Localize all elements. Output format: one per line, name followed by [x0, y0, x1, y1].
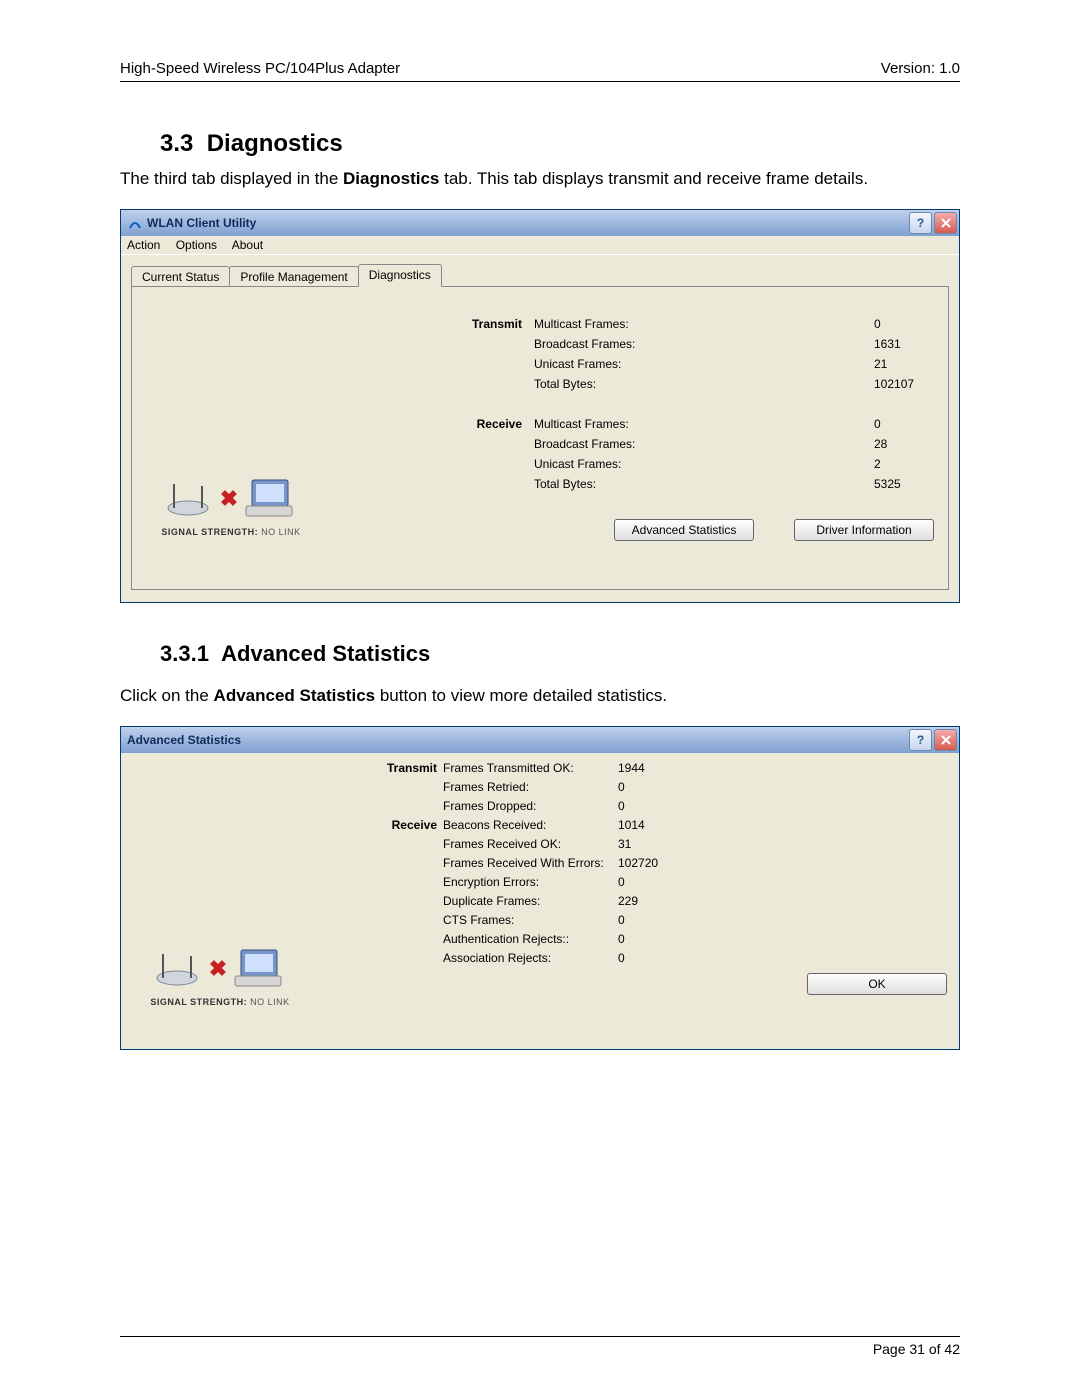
auth-rejects-label: Authentication Rejects:: — [443, 932, 618, 946]
doc-footer: Page 31 of 42 — [120, 1336, 960, 1357]
window-title: Advanced Statistics — [127, 733, 909, 747]
rx-unicast-value: 2 — [874, 457, 934, 471]
laptop-icon — [242, 476, 296, 523]
tx-multicast-label: Multicast Frames: — [534, 317, 870, 331]
rx-multicast-label: Multicast Frames: — [534, 417, 870, 431]
page-number: Page 31 of 42 — [873, 1341, 960, 1357]
enc-err-label: Encryption Errors: — [443, 875, 618, 889]
tab-profile-management[interactable]: Profile Management — [229, 266, 358, 287]
close-button[interactable] — [934, 729, 957, 751]
tab-current-status[interactable]: Current Status — [131, 266, 230, 287]
signal-strength-graphic: ✖ SIGNAL STRENGTH: NO LINK — [146, 476, 316, 537]
tab-diagnostics[interactable]: Diagnostics — [358, 264, 442, 287]
subsection-heading: 3.3.1 Advanced Statistics — [160, 641, 960, 667]
driver-information-button[interactable]: Driver Information — [794, 519, 934, 541]
doc-header-right: Version: 1.0 — [881, 60, 960, 77]
wlan-client-utility-window: WLAN Client Utility ? Action Options Abo… — [120, 209, 960, 603]
signal-strength-label: SIGNAL STRENGTH: — [161, 527, 258, 537]
menu-options[interactable]: Options — [176, 238, 217, 252]
transmit-header: Transmit — [383, 761, 443, 775]
assoc-rejects-label: Association Rejects: — [443, 951, 618, 965]
receive-header: Receive — [410, 417, 530, 431]
rx-unicast-label: Unicast Frames: — [534, 457, 870, 471]
menu-action[interactable]: Action — [127, 238, 160, 252]
doc-header: High-Speed Wireless PC/104Plus Adapter V… — [120, 60, 960, 82]
tx-totalbytes-label: Total Bytes: — [534, 377, 870, 391]
dup-frames-value: 229 — [618, 894, 688, 908]
tx-retried-label: Frames Retried: — [443, 780, 618, 794]
signal-strength-value: NO LINK — [261, 527, 301, 537]
router-icon — [166, 478, 216, 521]
tx-dropped-label: Frames Dropped: — [443, 799, 618, 813]
rx-ok-label: Frames Received OK: — [443, 837, 618, 851]
rx-totalbytes-label: Total Bytes: — [534, 477, 870, 491]
tabs: Current Status Profile Management Diagno… — [131, 265, 949, 287]
signal-strength-graphic: ✖ SIGNAL STRENGTH: NO LINK — [135, 946, 305, 1007]
tx-unicast-label: Unicast Frames: — [534, 357, 870, 371]
menubar: Action Options About — [121, 236, 959, 255]
paragraph-2: Click on the Advanced Statistics button … — [120, 685, 960, 708]
tx-broadcast-label: Broadcast Frames: — [534, 337, 870, 351]
rx-beacons-label: Beacons Received: — [443, 818, 618, 832]
stats-grid: Transmit Multicast Frames: 0 Broadcast F… — [146, 317, 934, 491]
titlebar[interactable]: WLAN Client Utility ? — [121, 210, 959, 236]
paragraph-1: The third tab displayed in the Diagnosti… — [120, 168, 960, 191]
tx-broadcast-value: 1631 — [874, 337, 934, 351]
diagnostics-panel: Transmit Multicast Frames: 0 Broadcast F… — [131, 286, 949, 590]
section-heading: 3.3 Diagnostics — [160, 130, 960, 158]
rx-ok-value: 31 — [618, 837, 688, 851]
menu-about[interactable]: About — [232, 238, 263, 252]
tx-totalbytes-value: 102107 — [874, 377, 934, 391]
window-title: WLAN Client Utility — [147, 216, 909, 230]
rx-broadcast-value: 28 — [874, 437, 934, 451]
cts-frames-label: CTS Frames: — [443, 913, 618, 927]
rx-err-label: Frames Received With Errors: — [443, 856, 618, 870]
rx-totalbytes-value: 5325 — [874, 477, 934, 491]
cts-frames-value: 0 — [618, 913, 688, 927]
disconnect-x-icon: ✖ — [209, 956, 227, 982]
rx-err-value: 102720 — [618, 856, 688, 870]
transmit-header: Transmit — [410, 317, 530, 331]
laptop-icon — [231, 946, 285, 993]
advanced-statistics-button[interactable]: Advanced Statistics — [614, 519, 754, 541]
assoc-rejects-value: 0 — [618, 951, 688, 965]
dup-frames-label: Duplicate Frames: — [443, 894, 618, 908]
titlebar[interactable]: Advanced Statistics ? — [121, 727, 959, 753]
advanced-statistics-window: Advanced Statistics ? Transmit Frames Tr… — [120, 726, 960, 1050]
app-icon — [127, 215, 143, 231]
signal-strength-value: NO LINK — [250, 997, 290, 1007]
help-button[interactable]: ? — [909, 212, 932, 234]
rx-broadcast-label: Broadcast Frames: — [534, 437, 870, 451]
ok-button[interactable]: OK — [807, 973, 947, 995]
auth-rejects-value: 0 — [618, 932, 688, 946]
close-button[interactable] — [934, 212, 957, 234]
rx-beacons-value: 1014 — [618, 818, 688, 832]
signal-strength-label: SIGNAL STRENGTH: — [150, 997, 247, 1007]
tx-multicast-value: 0 — [874, 317, 934, 331]
tx-ok-label: Frames Transmitted OK: — [443, 761, 618, 775]
enc-err-value: 0 — [618, 875, 688, 889]
tx-dropped-value: 0 — [618, 799, 688, 813]
disconnect-x-icon: ✖ — [220, 486, 238, 512]
advanced-stats-grid: Transmit Frames Transmitted OK: 1944 Fra… — [133, 761, 947, 965]
doc-header-left: High-Speed Wireless PC/104Plus Adapter — [120, 60, 400, 77]
router-icon — [155, 948, 205, 991]
help-button[interactable]: ? — [909, 729, 932, 751]
tx-unicast-value: 21 — [874, 357, 934, 371]
tx-ok-value: 1944 — [618, 761, 688, 775]
tx-retried-value: 0 — [618, 780, 688, 794]
rx-multicast-value: 0 — [874, 417, 934, 431]
receive-header: Receive — [383, 818, 443, 832]
